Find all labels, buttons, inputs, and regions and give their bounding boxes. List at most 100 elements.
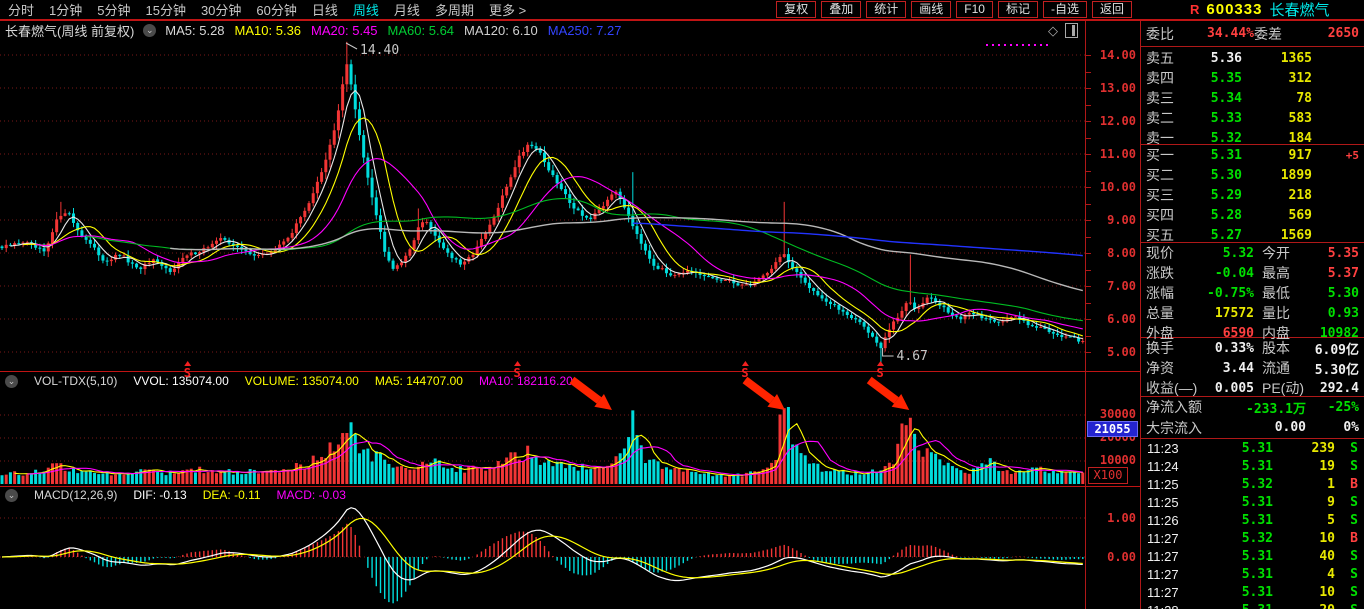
volume-axis-label: 10000	[1088, 453, 1136, 467]
tick-volume: 1	[1273, 477, 1335, 492]
buy-level-row[interactable]: 买二5.301899	[1141, 165, 1364, 185]
buy-level-row[interactable]: 买三5.29218	[1141, 185, 1364, 205]
sell-level-row[interactable]: 卖二5.33583	[1141, 108, 1364, 128]
tick-volume: 9	[1273, 495, 1335, 510]
flow-value: 0.00	[1224, 420, 1306, 435]
price-axis-label: 12.00	[1088, 114, 1136, 128]
tick-flag: S	[1335, 549, 1358, 564]
period-60分钟[interactable]: 60分钟	[256, 0, 296, 19]
level-label: 买一	[1146, 145, 1182, 165]
quote-info: 现价5.32今开5.35涨跌-0.04最高5.37涨幅-0.75%最低5.30总…	[1141, 243, 1364, 338]
tool-返回[interactable]: 返回	[1092, 1, 1132, 18]
info-label: 最低	[1254, 283, 1302, 303]
vol-header-label: MA5: 144707.00	[375, 374, 463, 388]
collapse-icon[interactable]: ⌄	[5, 375, 18, 388]
quote-sidebar: 委比34.44%委差2650 卖五5.361365卖四5.35312卖三5.34…	[1140, 21, 1364, 609]
period-1分钟[interactable]: 1分钟	[49, 0, 82, 19]
period-更多 >[interactable]: 更多 >	[489, 0, 526, 19]
level-label: 买三	[1146, 185, 1182, 205]
tick-price: 5.31	[1189, 459, 1273, 474]
buy-level-row[interactable]: 买四5.28569	[1141, 205, 1364, 225]
axis-tick	[1086, 253, 1091, 254]
level-label: 买四	[1146, 205, 1182, 225]
axis-tick	[1086, 154, 1091, 155]
tool-统计[interactable]: 统计	[866, 1, 906, 18]
stock-header: R 600333 长春燃气	[1140, 0, 1364, 20]
info-row: 总量17572量比0.93	[1141, 303, 1364, 323]
buy-level-row[interactable]: 买一5.31917+5	[1141, 145, 1364, 165]
tool-标记[interactable]: 标记	[998, 1, 1038, 18]
info-label: 换手	[1146, 338, 1208, 358]
period-周线[interactable]: 周线	[353, 0, 379, 19]
period-30分钟[interactable]: 30分钟	[201, 0, 241, 19]
tool-F10[interactable]: F10	[956, 1, 993, 18]
ma-label: MA250: 7.27	[548, 23, 622, 38]
period-日线[interactable]: 日线	[312, 0, 338, 19]
macd-header-label: DIF: -0.13	[133, 488, 186, 502]
tick-flag: B	[1335, 531, 1358, 546]
stock-code: 600333	[1206, 1, 1262, 18]
level-volume: 583	[1242, 111, 1312, 126]
collapse-icon[interactable]: ⌄	[143, 24, 156, 37]
price-axis-label: 14.00	[1088, 48, 1136, 62]
toolbar: 复权叠加统计画线 F10 标记 -自选返回	[776, 1, 1140, 18]
info-value: 292.4	[1302, 381, 1359, 396]
flow-label: 大宗流入	[1146, 418, 1224, 438]
axis-tick	[1086, 187, 1091, 188]
tick-time: 11:25	[1147, 495, 1189, 510]
axis-tick	[1086, 319, 1091, 320]
axis-tick	[1086, 237, 1091, 238]
info-label: 总量	[1146, 303, 1190, 323]
volume-chart[interactable]	[0, 389, 1085, 486]
tick-volume: 20	[1273, 603, 1335, 609]
tick-time: 11:24	[1147, 459, 1189, 474]
volume-unit-label: X100	[1088, 467, 1128, 484]
main-price-chart[interactable]	[0, 40, 1085, 371]
level-volume: 218	[1242, 188, 1312, 203]
tool-复权[interactable]: 复权	[776, 1, 816, 18]
panel-divider	[0, 371, 1140, 372]
flow-row: 净流入额-233.1万-25%	[1141, 397, 1364, 418]
page-icon[interactable]	[1065, 23, 1078, 38]
latest-volume-marker: 21055	[1087, 421, 1138, 437]
period-5分钟[interactable]: 5分钟	[97, 0, 130, 19]
period-月线[interactable]: 月线	[394, 0, 420, 19]
sell-level-row[interactable]: 卖三5.3478	[1141, 88, 1364, 108]
period-多周期[interactable]: 多周期	[435, 0, 474, 19]
tool-叠加[interactable]: 叠加	[821, 1, 861, 18]
tool-画线[interactable]: 画线	[911, 1, 951, 18]
info-value: 5.32	[1190, 246, 1254, 261]
sell-level-row[interactable]: 卖五5.361365	[1141, 48, 1364, 68]
info-label: 涨跌	[1146, 263, 1190, 283]
axis-tick	[1086, 286, 1091, 287]
buy-level-row[interactable]: 买五5.271569	[1141, 225, 1364, 245]
tick-price: 5.32	[1189, 531, 1273, 546]
tick-volume: 10	[1273, 531, 1335, 546]
sell-level-row[interactable]: 卖四5.35312	[1141, 68, 1364, 88]
ma-label: MA10: 5.36	[235, 23, 302, 38]
tick-volume: 19	[1273, 459, 1335, 474]
diamond-icon[interactable]: ◇	[1048, 24, 1058, 37]
r-badge: R	[1190, 2, 1199, 17]
flow-percent: -25%	[1306, 400, 1359, 415]
tick-flag: S	[1335, 441, 1358, 456]
macd-header-label: MACD(12,26,9)	[34, 488, 117, 502]
weibi-value: 34.44%	[1188, 26, 1254, 41]
level-price: 5.27	[1182, 228, 1242, 243]
flow-value: -233.1万	[1224, 398, 1306, 417]
info-value: 5.37	[1302, 266, 1359, 281]
level-volume: 312	[1242, 71, 1312, 86]
axis-tick	[1086, 88, 1091, 89]
tick-row: 11:245.3119S	[1141, 457, 1364, 475]
info-label: 股本	[1254, 338, 1302, 358]
macd-header-label: DEA: -0.11	[203, 488, 261, 502]
level-price: 5.36	[1182, 51, 1242, 66]
tool--自选[interactable]: -自选	[1043, 1, 1087, 18]
collapse-icon[interactable]: ⌄	[5, 489, 18, 502]
tick-list[interactable]: 11:235.31239S11:245.3119S11:255.321B11:2…	[1141, 439, 1364, 609]
info-value: 5.35	[1302, 246, 1359, 261]
period-15分钟[interactable]: 15分钟	[145, 0, 185, 19]
tick-row: 11:265.315S	[1141, 511, 1364, 529]
period-分时[interactable]: 分时	[8, 0, 34, 19]
macd-chart[interactable]	[0, 503, 1085, 609]
